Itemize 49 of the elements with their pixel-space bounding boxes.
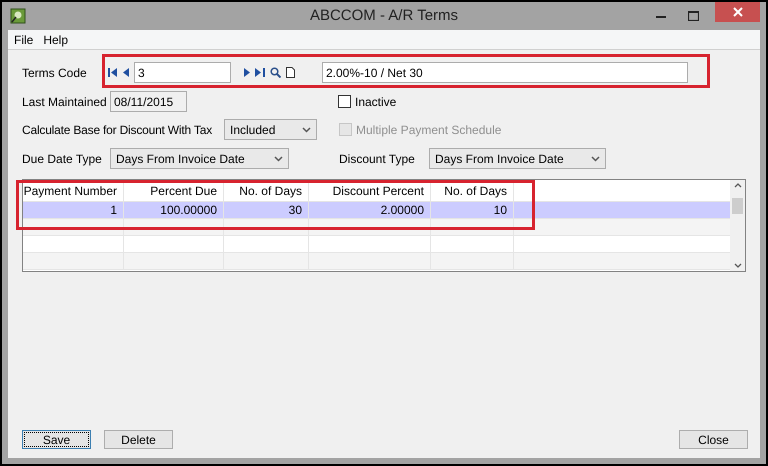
calc-base-dropdown[interactable]: Included — [224, 119, 317, 140]
close-icon — [732, 7, 742, 17]
column-header[interactable]: No. of Days — [224, 180, 309, 201]
scroll-thumb[interactable] — [732, 198, 743, 214]
table-row[interactable]: 1 100.00000 30 2.00000 10 — [23, 202, 730, 219]
column-header[interactable]: Payment Number — [23, 180, 124, 201]
minimize-icon[interactable] — [656, 14, 666, 18]
dialog-button[interactable]: Save — [22, 430, 91, 449]
dialog-button[interactable]: Delete — [104, 430, 173, 449]
table-cell: 2.00000 — [309, 202, 431, 218]
field-label: Due Date Type — [22, 150, 103, 168]
field-label: Discount Type — [339, 150, 416, 168]
search-icon[interactable] — [270, 67, 281, 78]
dialog-button[interactable]: Close — [679, 430, 748, 449]
next-record-icon[interactable] — [244, 68, 250, 77]
maximize-icon[interactable] — [688, 11, 699, 21]
due-date-type-dropdown[interactable]: Days From Invoice Date — [110, 148, 289, 169]
field-label: Last Maintained — [22, 94, 108, 110]
document-icon[interactable] — [286, 67, 295, 78]
column-header[interactable]: No. of Days — [431, 180, 514, 201]
last-record-icon[interactable] — [255, 68, 265, 77]
scrollbar[interactable] — [730, 180, 745, 271]
description-field[interactable]: 2.00%-10 / Net 30 — [322, 62, 688, 83]
checkbox[interactable] — [338, 95, 351, 108]
scroll-down-icon[interactable] — [734, 263, 742, 268]
column-header[interactable]: Percent Due — [124, 180, 224, 201]
scroll-up-icon[interactable] — [734, 183, 742, 188]
table-cell: 1 — [23, 202, 124, 218]
dropdown-value: Included — [230, 122, 276, 138]
field-label: Terms Code — [22, 64, 88, 82]
app-icon — [10, 8, 26, 24]
window-title: ABCCOM - A/R Terms — [310, 6, 458, 26]
dropdown-value: Days From Invoice Date — [116, 150, 245, 168]
dropdown-value: Days From Invoice Date — [435, 150, 564, 168]
field-label: Calculate Base for Discount With Tax — [22, 122, 213, 138]
table-cell: 30 — [224, 202, 309, 218]
close-button[interactable] — [715, 2, 760, 22]
previous-record-icon[interactable] — [123, 68, 129, 77]
menu-item[interactable]: Help — [43, 30, 68, 48]
discount-type-dropdown[interactable]: Days From Invoice Date — [429, 148, 606, 169]
date-field: 08/11/2015 — [110, 91, 187, 112]
first-record-icon[interactable] — [108, 68, 118, 77]
column-header[interactable]: Discount Percent — [309, 180, 431, 201]
terms-code-field[interactable]: 3 — [134, 62, 231, 83]
table-cell: 10 — [431, 202, 514, 218]
checkbox-label: Inactive — [355, 94, 396, 110]
table-cell: 100.00000 — [124, 202, 224, 218]
checkbox-label: Multiple Payment Schedule — [356, 122, 502, 138]
menu-item[interactable]: File — [14, 30, 34, 48]
